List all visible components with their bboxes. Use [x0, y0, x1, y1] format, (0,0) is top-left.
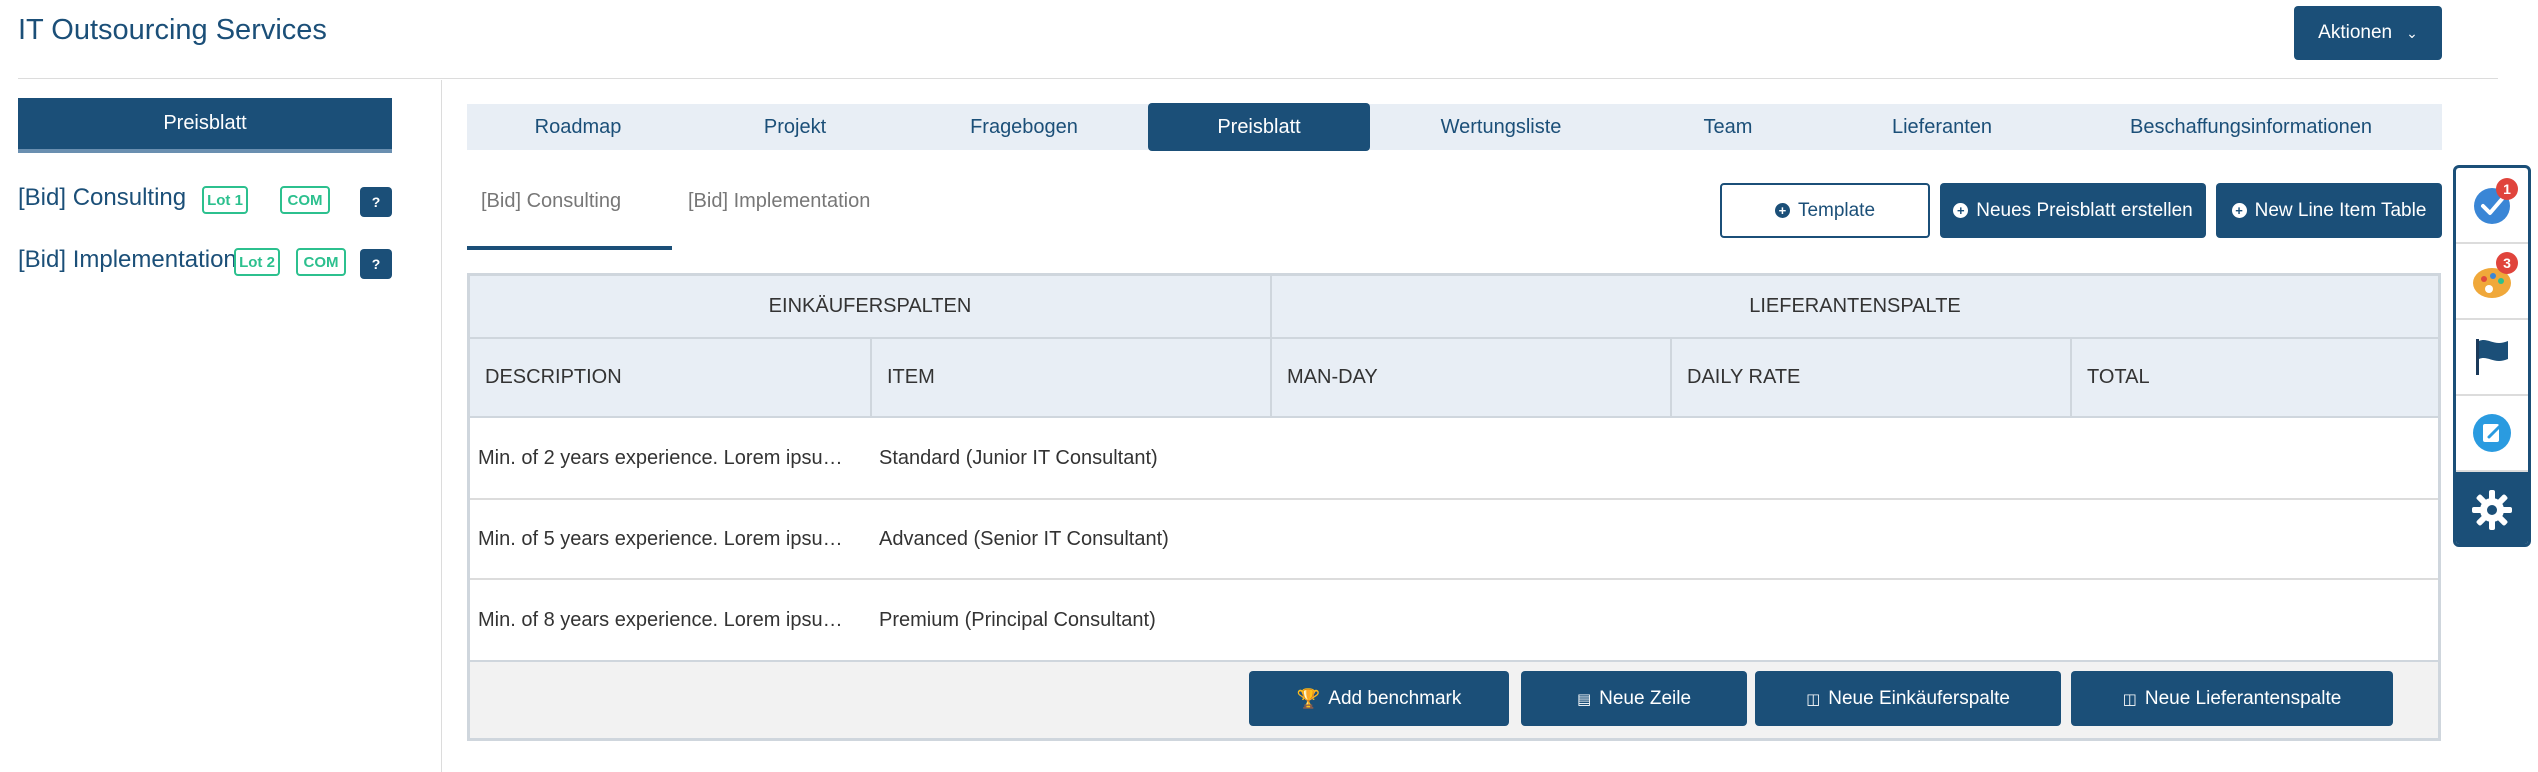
column-header-daily-rate: DAILY RATE [1672, 339, 2072, 418]
new-buyer-column-button[interactable]: ◫ Neue Einkäuferspalte [1755, 671, 2061, 726]
lot-badge: Lot 2 [234, 248, 280, 276]
plus-circle-icon: + [1774, 203, 1790, 218]
palette-count-badge: 3 [2496, 252, 2518, 274]
com-badge: COM [296, 248, 346, 276]
trophy-icon: 🏆 [1296, 688, 1321, 710]
aktionen-label: Aktionen [2318, 22, 2393, 43]
note-edit-icon [2473, 414, 2511, 452]
flag-icon [2476, 339, 2508, 375]
template-label: Template [1797, 199, 1876, 221]
sidebar-item-label[interactable]: [Bid] Implementation [18, 246, 237, 274]
column-header-man-day: MAN-DAY [1272, 339, 1672, 418]
new-row-button[interactable]: ▤ Neue Zeile [1521, 671, 1747, 726]
active-subtab-indicator [467, 246, 672, 250]
tab-beschaffungsinformationen[interactable]: Beschaffungsinformationen [2060, 104, 2442, 150]
new-price-sheet-label: Neues Preisblatt erstellen [1976, 199, 2193, 221]
sidebar-item-label[interactable]: [Bid] Consulting [18, 184, 186, 212]
header-divider [18, 78, 2498, 79]
plus-circle-icon: + [1953, 203, 1969, 218]
page-title: IT Outsourcing Services [18, 14, 327, 46]
settings-button[interactable] [2456, 472, 2528, 544]
new-buyer-column-label: Neue Einkäuferspalte [1828, 687, 2010, 709]
notes-button[interactable] [2456, 396, 2528, 472]
subtab-bid-consulting[interactable]: [Bid] Consulting [481, 190, 621, 213]
table-row-item[interactable]: Premium (Principal Consultant) [879, 580, 1272, 660]
plus-circle-icon: + [2231, 203, 2247, 218]
column-header-description: DESCRIPTION [470, 339, 872, 418]
lot-badge: Lot 1 [202, 186, 248, 214]
com-badge: COM [280, 186, 330, 214]
table-row-item[interactable]: Advanced (Senior IT Consultant) [879, 500, 1272, 578]
tab-preisblatt[interactable]: Preisblatt [1148, 103, 1370, 151]
table-row-description[interactable]: Min. of 5 years experience. Lorem ipsu… [478, 500, 872, 578]
new-price-sheet-button[interactable]: + Neues Preisblatt erstellen [1940, 183, 2206, 238]
group-header-supplier: LIEFERANTENSPALTE [1272, 276, 2438, 339]
tab-lieferanten[interactable]: Lieferanten [1824, 104, 2060, 150]
tab-roadmap[interactable]: Roadmap [467, 104, 689, 150]
tab-projekt[interactable]: Projekt [689, 104, 901, 150]
floating-tools-panel: 1 3 [2453, 165, 2531, 547]
table-row-item[interactable]: Standard (Junior IT Consultant) [879, 418, 1272, 498]
tab-fragebogen[interactable]: Fragebogen [901, 104, 1147, 150]
sidebar-preisblatt-button[interactable]: Preisblatt [18, 98, 392, 153]
new-line-item-table-label: New Line Item Table [2254, 199, 2427, 221]
add-column-icon: ◫ [2122, 690, 2137, 708]
tab-wertungsliste[interactable]: Wertungsliste [1370, 104, 1632, 150]
new-line-item-table-button[interactable]: + New Line Item Table [2216, 183, 2442, 238]
column-header-item: ITEM [872, 339, 1272, 418]
tab-team[interactable]: Team [1632, 104, 1824, 150]
new-supplier-column-label: Neue Lieferantenspalte [2144, 687, 2342, 709]
aktionen-dropdown-button[interactable]: Aktionen ⌄ [2294, 6, 2442, 60]
table-row-description[interactable]: Min. of 2 years experience. Lorem ipsu… [478, 418, 872, 498]
new-row-label: Neue Zeile [1599, 687, 1692, 709]
palette-button[interactable]: 3 [2456, 244, 2528, 320]
sidebar-divider [441, 80, 442, 772]
tasks-button[interactable]: 1 [2456, 168, 2528, 244]
sidebar-item-bid-implementation[interactable]: [Bid] Implementation [18, 243, 237, 277]
tasks-count-badge: 1 [2496, 178, 2518, 200]
add-benchmark-button[interactable]: 🏆 Add benchmark [1249, 671, 1509, 726]
subtab-bid-implementation[interactable]: [Bid] Implementation [688, 190, 870, 213]
flag-button[interactable] [2456, 320, 2528, 396]
add-column-icon: ◫ [1806, 690, 1821, 708]
add-row-icon: ▤ [1576, 690, 1592, 708]
table-row-description[interactable]: Min. of 8 years experience. Lorem ipsu… [478, 580, 872, 660]
new-supplier-column-button[interactable]: ◫ Neue Lieferantenspalte [2071, 671, 2393, 726]
help-button[interactable]: ? [360, 187, 392, 217]
add-benchmark-label: Add benchmark [1328, 687, 1462, 709]
gear-icon [2472, 490, 2512, 530]
sidebar-item-bid-consulting[interactable]: [Bid] Consulting [18, 181, 186, 215]
help-button[interactable]: ? [360, 249, 392, 279]
chevron-down-icon: ⌄ [2406, 24, 2418, 41]
group-header-buyer: EINKÄUFERSPALTEN [470, 276, 1272, 339]
template-button[interactable]: + Template [1720, 183, 1930, 238]
column-header-total: TOTAL [2072, 339, 2438, 418]
